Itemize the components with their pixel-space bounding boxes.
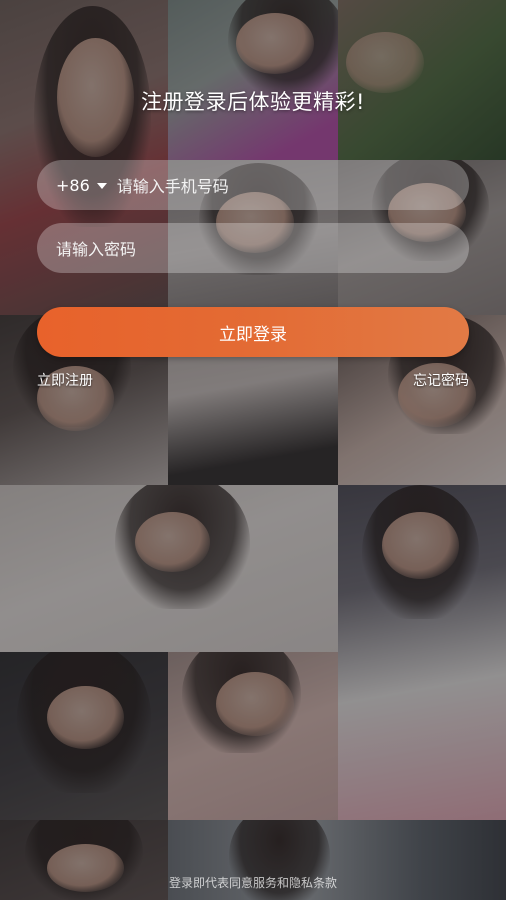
login-button[interactable]: 立即登录 — [37, 307, 469, 357]
country-code-label: +86 — [56, 175, 90, 195]
background-overlay — [0, 0, 506, 900]
caret-down-icon — [96, 182, 107, 189]
phone-placeholder: 请输入手机号码 — [116, 177, 229, 196]
country-code-selector[interactable]: +86 — [56, 176, 107, 195]
forgot-password-link[interactable]: 忘记密码 — [413, 370, 469, 390]
phone-input[interactable]: +86 请输入手机号码 — [37, 160, 469, 210]
password-placeholder: 请输入密码 — [56, 240, 137, 259]
terms-link[interactable]: 登录即代表同意服务和隐私条款 — [0, 874, 506, 891]
page-headline: 注册登录后体验更精彩! — [141, 90, 365, 114]
login-screen: 注册登录后体验更精彩! +86 请输入手机号码 请输入密码 立即登录 立即注册 … — [0, 0, 506, 900]
register-link[interactable]: 立即注册 — [37, 370, 93, 390]
password-input[interactable]: 请输入密码 — [37, 223, 469, 273]
